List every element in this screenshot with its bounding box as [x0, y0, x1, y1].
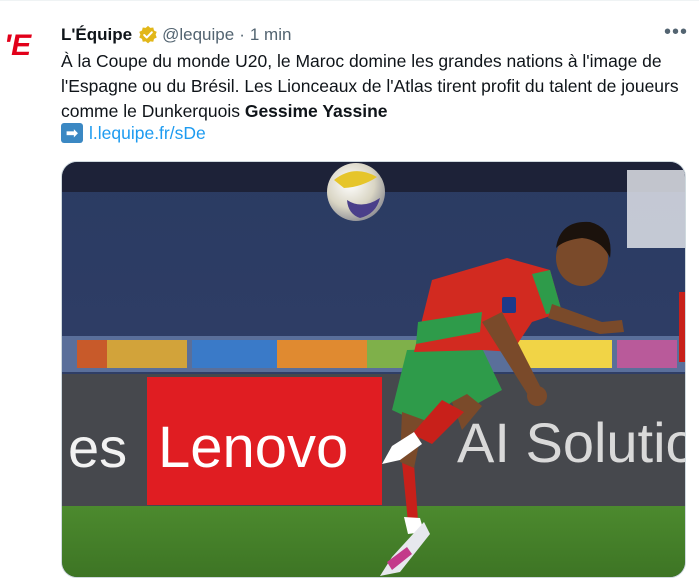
tweet-time[interactable]: 1 min: [250, 25, 292, 45]
tweet-card[interactable]: 'E L'Équipe @lequipe · 1 min ••• À la Co…: [0, 0, 699, 582]
strip-block-7: [617, 340, 677, 368]
pitch-grass: [62, 506, 685, 577]
svg-text:'E: 'E: [4, 29, 32, 62]
strip-block-2: [107, 340, 187, 368]
more-horizontal-icon[interactable]: •••: [662, 22, 690, 47]
player-hand-left: [527, 386, 547, 406]
author-name[interactable]: L'Équipe: [61, 25, 132, 45]
lequipe-logo-avatar[interactable]: 'E: [4, 27, 44, 63]
author-handle[interactable]: @lequipe: [162, 25, 234, 45]
tweet-link[interactable]: l.lequipe.fr/sDe: [89, 123, 206, 144]
tweet-photo[interactable]: es Lenovo AI Solution: [61, 161, 686, 578]
fifa-badge: [502, 297, 516, 313]
strip-block-4: [277, 340, 367, 368]
photo-scene: es Lenovo AI Solution: [62, 162, 686, 577]
strip-block-1: [77, 340, 107, 368]
link-line: ➡ l.lequipe.fr/sDe: [61, 121, 206, 145]
background-panel: [627, 170, 685, 248]
board-text-solution: AI Solution: [457, 411, 686, 474]
tweet-header: L'Équipe @lequipe · 1 min: [61, 23, 291, 47]
separator-dot: ·: [239, 25, 245, 44]
edge-player: [679, 292, 685, 362]
verified-gold-icon[interactable]: [138, 25, 158, 45]
strip-block-6: [517, 340, 612, 368]
right-arrow-icon: ➡: [61, 123, 83, 143]
tweet-text: À la Coupe du monde U20, le Maroc domine…: [61, 49, 691, 124]
board-text-lenovo: Lenovo: [158, 415, 348, 480]
board-text-left: es: [68, 416, 127, 479]
strip-block-3: [192, 340, 277, 368]
tweet-text-bold[interactable]: Gessime Yassine: [245, 101, 388, 121]
